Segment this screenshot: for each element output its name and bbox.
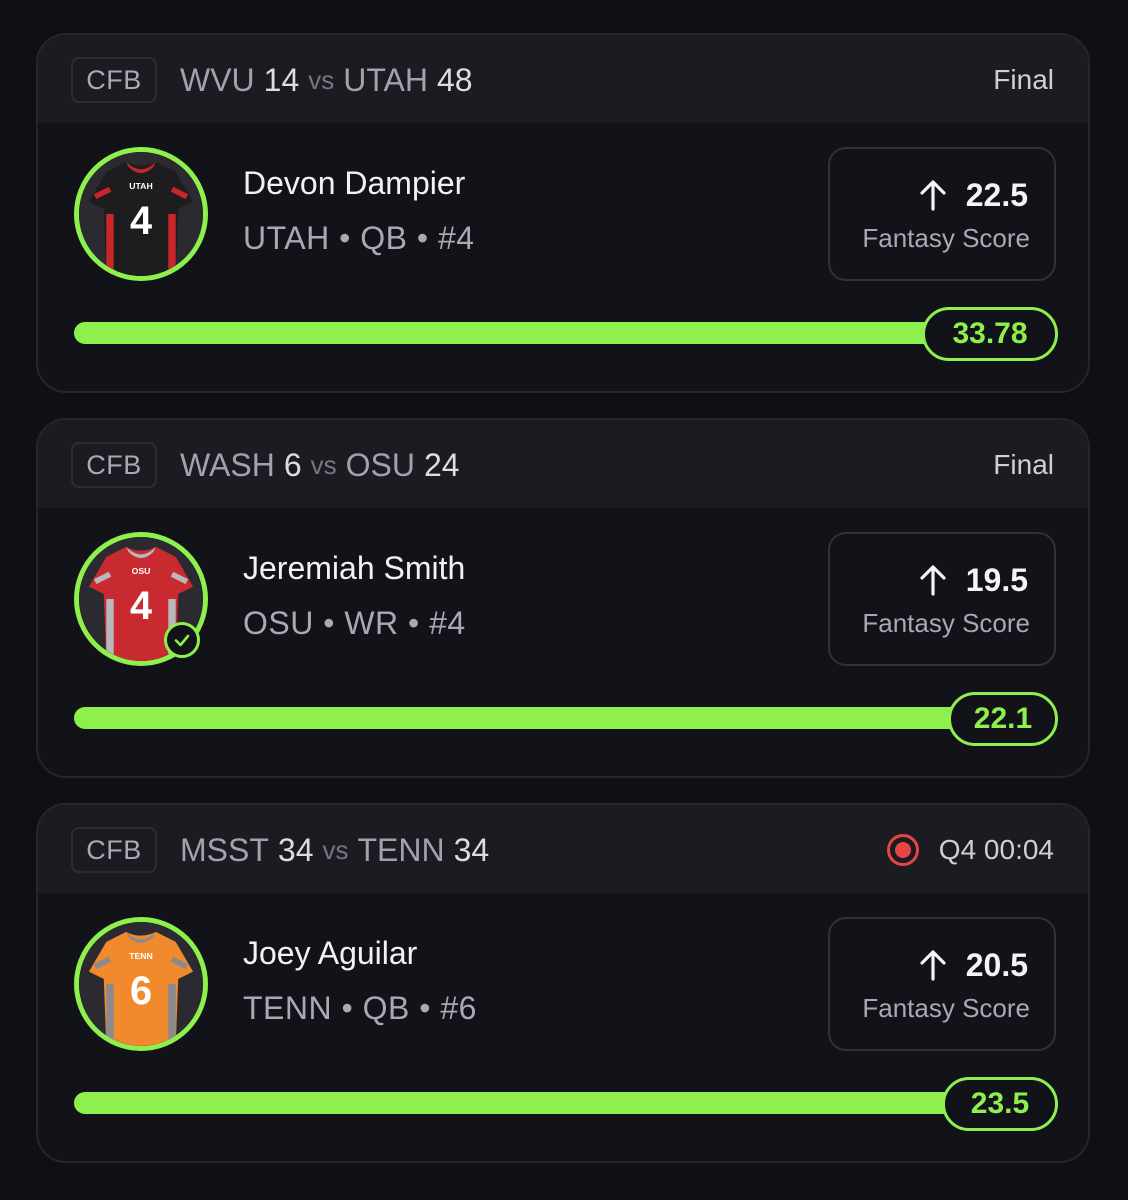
svg-text:UTAH: UTAH (129, 181, 152, 191)
projection-box: 22.5 Fantasy Score (828, 147, 1056, 281)
arrow-up-icon (920, 180, 946, 211)
jersey-image: TENN 6 (79, 922, 203, 1046)
projection-box: 20.5 Fantasy Score (828, 917, 1056, 1051)
svg-text:4: 4 (130, 199, 152, 243)
player-avatar: TENN 6 (74, 917, 208, 1051)
pick-card[interactable]: CFB MSST 34 vs TENN 34 Q4 00:04 TENN 6 Jo… (36, 803, 1090, 1163)
arrow-up-icon (920, 565, 946, 596)
away-score: 6 (283, 446, 302, 483)
vs-label: vs (310, 449, 337, 480)
check-icon (164, 622, 200, 658)
matchup: WASH 6 vs OSU 24 (180, 442, 460, 488)
game-header: CFB MSST 34 vs TENN 34 Q4 00:04 (38, 805, 1088, 893)
matchup: WVU 14 vs UTAH 48 (180, 57, 473, 103)
game-status-text: Final (993, 449, 1054, 480)
jersey-image: UTAH 4 (79, 152, 203, 276)
player-meta: OSU • WR • #4 (243, 605, 466, 641)
progress-track (74, 1092, 1024, 1114)
home-score: 48 (436, 61, 473, 98)
svg-text:TENN: TENN (129, 951, 153, 961)
projection-value: 20.5 (965, 946, 1028, 983)
game-status-text: Final (993, 64, 1054, 95)
home-team: UTAH (343, 61, 428, 98)
league-badge: CFB (71, 57, 157, 103)
away-score: 34 (277, 831, 314, 868)
home-score: 24 (423, 446, 460, 483)
game-status: Final (993, 57, 1054, 103)
live-indicator-icon (886, 834, 919, 866)
league-badge: CFB (71, 827, 157, 873)
progress-fill (74, 707, 1024, 729)
projection-box: 19.5 Fantasy Score (828, 532, 1056, 666)
projection-label: Fantasy Score (862, 993, 1030, 1023)
pick-card[interactable]: CFB WASH 6 vs OSU 24 Final OSU 4 Jeremiah… (36, 418, 1090, 778)
vs-label: vs (308, 64, 335, 95)
projection-label: Fantasy Score (862, 608, 1030, 638)
away-team: WVU (180, 61, 255, 98)
progress-fill (74, 1092, 1024, 1114)
player-name: Joey Aguilar (243, 935, 418, 971)
svg-text:6: 6 (130, 969, 152, 1013)
actual-score: 23.5 (942, 1077, 1058, 1131)
matchup: MSST 34 vs TENN 34 (180, 827, 489, 873)
progress-track (74, 322, 1024, 344)
player-meta: TENN • QB • #6 (243, 990, 477, 1026)
home-score: 34 (453, 831, 490, 868)
away-team: MSST (180, 831, 269, 868)
player-meta: UTAH • QB • #4 (243, 220, 475, 256)
player-avatar: UTAH 4 (74, 147, 208, 281)
game-header: CFB WVU 14 vs UTAH 48 Final (38, 35, 1088, 123)
away-score: 14 (263, 61, 300, 98)
vs-label: vs (322, 834, 349, 865)
actual-score: 33.78 (922, 307, 1058, 361)
projection-value: 22.5 (965, 176, 1028, 213)
home-team: OSU (345, 446, 415, 483)
player-name: Jeremiah Smith (243, 550, 466, 586)
game-status: Final (993, 442, 1054, 488)
projection-label: Fantasy Score (862, 223, 1030, 253)
projection-value: 19.5 (965, 561, 1028, 598)
svg-text:OSU: OSU (132, 566, 151, 576)
game-status: Q4 00:04 (886, 827, 1054, 873)
home-team: TENN (357, 831, 445, 868)
away-team: WASH (180, 446, 275, 483)
game-status-text: Q4 00:04 (938, 834, 1054, 865)
arrow-up-icon (920, 950, 946, 981)
player-name: Devon Dampier (243, 165, 466, 201)
progress-fill (74, 322, 1024, 344)
game-header: CFB WASH 6 vs OSU 24 Final (38, 420, 1088, 508)
svg-text:4: 4 (130, 584, 152, 628)
actual-score: 22.1 (948, 692, 1058, 746)
league-badge: CFB (71, 442, 157, 488)
pick-card[interactable]: CFB WVU 14 vs UTAH 48 Final UTAH 4 Devon … (36, 33, 1090, 393)
progress-track (74, 707, 1024, 729)
